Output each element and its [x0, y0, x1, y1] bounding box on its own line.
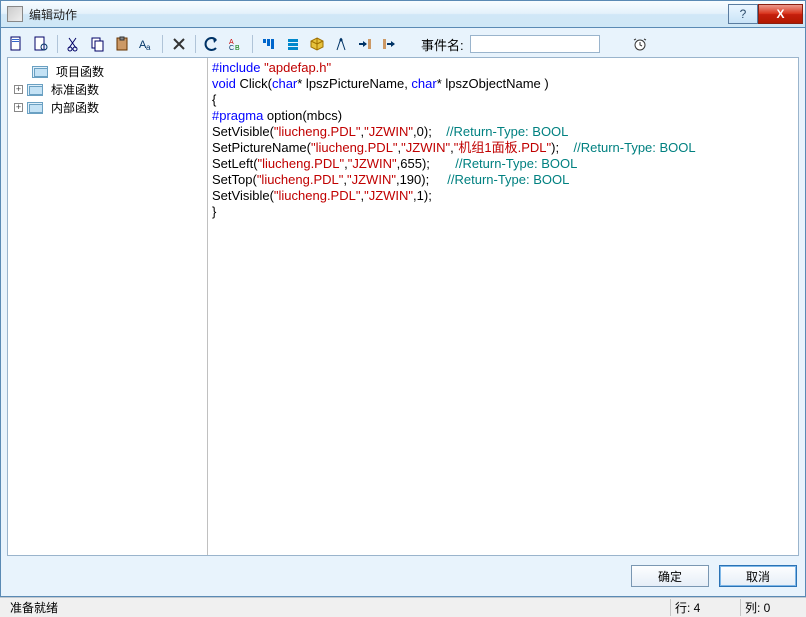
- delete-icon[interactable]: [169, 34, 189, 54]
- svg-text:a: a: [146, 43, 151, 52]
- stack-icon[interactable]: [283, 34, 303, 54]
- folder-icon: [27, 100, 47, 114]
- status-bar: 准备就绪 行: 4 列: 0: [0, 597, 806, 617]
- folder-icon: [27, 82, 47, 96]
- toolbar: Aa ABC 事件名:: [7, 31, 799, 57]
- clock-icon[interactable]: [630, 34, 650, 54]
- tree-label: 项目函数: [56, 63, 104, 80]
- paste-icon[interactable]: [112, 34, 132, 54]
- cube-icon[interactable]: [307, 34, 327, 54]
- client-area: Aa ABC 事件名: 项目函数 + 标准函数: [0, 28, 806, 597]
- window-title: 编辑动作: [29, 6, 728, 23]
- code-editor[interactable]: #include "apdefap.h" void Click(char* lp…: [208, 58, 798, 555]
- svg-text:B: B: [235, 45, 240, 52]
- status-ready: 准备就绪: [6, 599, 670, 616]
- cut-icon[interactable]: [64, 34, 84, 54]
- event-name-label: 事件名:: [421, 35, 464, 54]
- ok-button[interactable]: 确定: [631, 565, 709, 587]
- undo-icon[interactable]: [202, 34, 222, 54]
- status-row: 行: 4: [670, 599, 740, 616]
- title-bar: 编辑动作 ? X: [0, 0, 806, 28]
- tree-item[interactable]: + 标准函数: [10, 80, 205, 98]
- align-icon[interactable]: [259, 34, 279, 54]
- open-icon[interactable]: [31, 34, 51, 54]
- tree-item[interactable]: 项目函数: [10, 62, 205, 80]
- export-icon[interactable]: [379, 34, 399, 54]
- import-icon[interactable]: [355, 34, 375, 54]
- close-button[interactable]: X: [758, 4, 803, 24]
- font-icon[interactable]: Aa: [136, 34, 156, 54]
- dialog-buttons: 确定 取消: [7, 556, 799, 590]
- tree-label: 内部函数: [51, 99, 99, 116]
- function-tree[interactable]: 项目函数 + 标准函数 + 内部函数: [8, 58, 208, 555]
- copy-icon[interactable]: [88, 34, 108, 54]
- folder-icon: [32, 64, 52, 78]
- cancel-button[interactable]: 取消: [719, 565, 797, 587]
- help-button[interactable]: ?: [728, 4, 758, 24]
- event-name-input[interactable]: [470, 35, 600, 53]
- compass-icon[interactable]: [331, 34, 351, 54]
- status-col: 列: 0: [740, 599, 800, 616]
- expander-icon[interactable]: +: [14, 85, 23, 94]
- replace-icon[interactable]: ABC: [226, 34, 246, 54]
- app-icon: [7, 6, 23, 22]
- tree-label: 标准函数: [51, 81, 99, 98]
- editor-split: 项目函数 + 标准函数 + 内部函数 #include "apdefap.h" …: [7, 57, 799, 556]
- svg-text:C: C: [229, 45, 234, 52]
- tree-item[interactable]: + 内部函数: [10, 98, 205, 116]
- expander-icon[interactable]: +: [14, 103, 23, 112]
- new-icon[interactable]: [7, 34, 27, 54]
